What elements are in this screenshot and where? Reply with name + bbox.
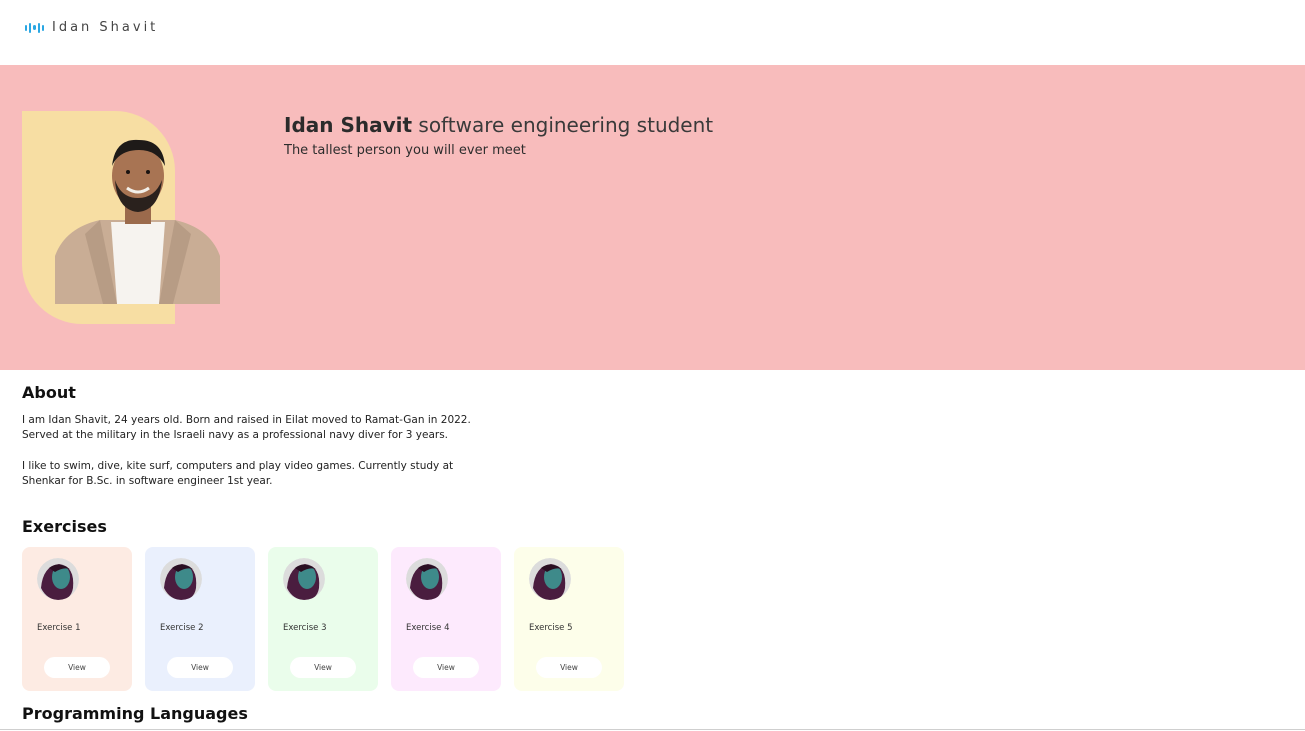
avatar xyxy=(406,558,448,600)
about-text: I am Idan Shavit, 24 years old. Born and… xyxy=(22,413,482,505)
exercise-card: Exercise 5 View xyxy=(514,547,624,691)
exercise-card-label: Exercise 3 xyxy=(283,623,327,633)
profile-photo xyxy=(55,136,220,304)
view-button[interactable]: View xyxy=(44,657,110,678)
about-line: I like to swim, dive, kite surf, compute… xyxy=(22,460,454,472)
exercise-card: Exercise 2 View xyxy=(145,547,255,691)
about-line: Served at the military in the Israeli na… xyxy=(22,429,449,441)
exercise-card-label: Exercise 4 xyxy=(406,623,450,633)
exercise-card-label: Exercise 1 xyxy=(37,623,81,633)
exercise-card: Exercise 1 View xyxy=(22,547,132,691)
hero-name: Idan Shavit xyxy=(284,113,413,137)
site-header: Idan Shavit xyxy=(0,0,1305,65)
exercise-card-label: Exercise 5 xyxy=(529,623,573,633)
exercise-card-label: Exercise 2 xyxy=(160,623,204,633)
about-heading: About xyxy=(22,383,76,402)
brand-name: Idan Shavit xyxy=(52,20,159,35)
exercise-card: Exercise 3 View xyxy=(268,547,378,691)
exercises-heading: Exercises xyxy=(22,517,107,536)
hero-title: Idan Shavit software engineering student xyxy=(284,113,713,137)
hero-section: Idan Shavit software engineering student… xyxy=(0,65,1305,370)
avatar xyxy=(283,558,325,600)
exercise-card: Exercise 4 View xyxy=(391,547,501,691)
exercise-cards: Exercise 1 View Exercise 2 View Exercise… xyxy=(22,547,662,691)
about-line: I am Idan Shavit, 24 years old. Born and… xyxy=(22,414,471,426)
portrait xyxy=(22,111,222,325)
programming-languages-heading: Programming Languages xyxy=(22,704,248,723)
view-button[interactable]: View xyxy=(413,657,479,678)
about-line: Shenkar for B.Sc. in software engineer 1… xyxy=(22,475,273,487)
avatar xyxy=(160,558,202,600)
bars-logo-icon xyxy=(25,21,45,35)
avatar xyxy=(529,558,571,600)
brand-link[interactable]: Idan Shavit xyxy=(25,20,158,35)
hero-subtitle: The tallest person you will ever meet xyxy=(284,143,526,158)
avatar xyxy=(37,558,79,600)
view-button[interactable]: View xyxy=(167,657,233,678)
divider xyxy=(0,729,1305,730)
hero-title-rest: software engineering student xyxy=(412,113,714,137)
view-button[interactable]: View xyxy=(536,657,602,678)
view-button[interactable]: View xyxy=(290,657,356,678)
